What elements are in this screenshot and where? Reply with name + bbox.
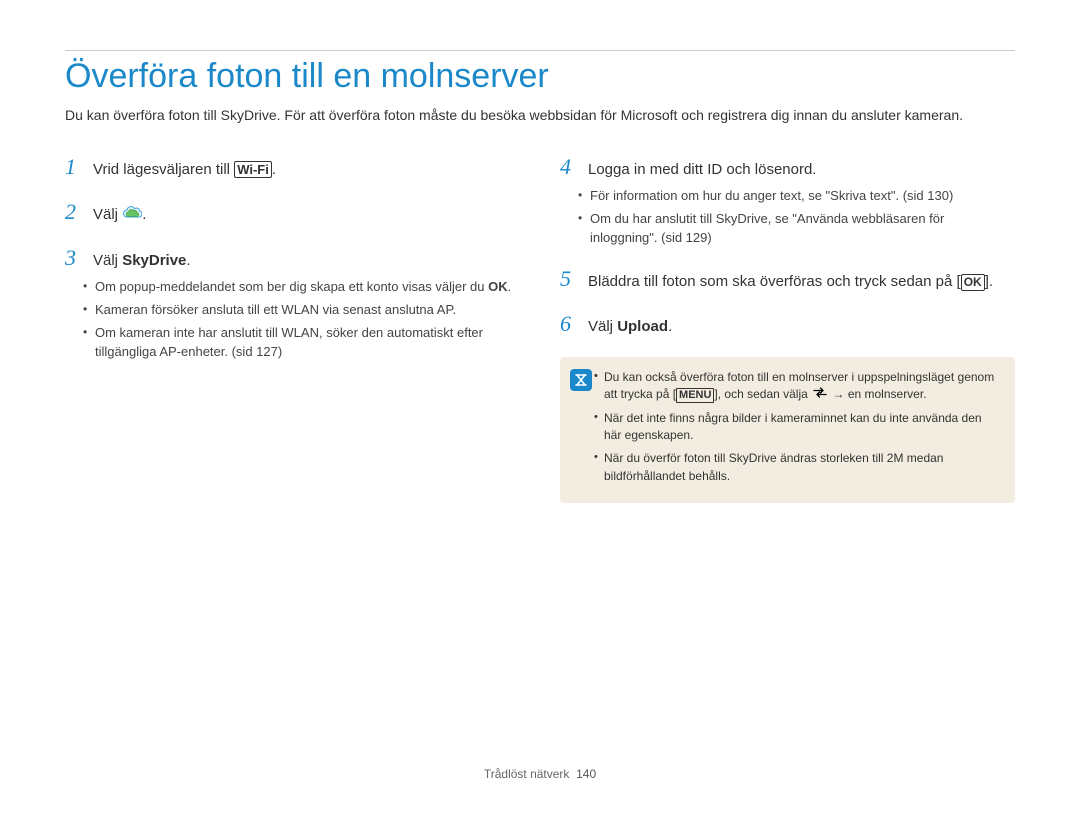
step-2-text: Välj . xyxy=(93,204,146,227)
step-number-6: 6 xyxy=(560,311,578,337)
ok-icon: OK xyxy=(961,274,985,291)
s3b1c: . xyxy=(508,279,512,294)
note-item-2: När det inte finns några bilder i kamera… xyxy=(604,410,1001,445)
cloud-icon xyxy=(122,204,142,227)
step-number-4: 4 xyxy=(560,154,578,180)
right-column: 4 Logga in med ditt ID och lösenord. För… xyxy=(560,154,1015,504)
footer-page: 140 xyxy=(576,767,596,781)
footer-section: Trådlöst nätverk xyxy=(484,767,570,781)
page-footer: Trådlöst nätverk 140 xyxy=(0,767,1080,781)
step-3-bullets: Om popup-meddelandet som ber dig skapa e… xyxy=(65,278,520,361)
step-4-bullets: För information om hur du anger text, se… xyxy=(560,187,1015,248)
n1c: → en molnserver. xyxy=(829,387,926,401)
step-1: 1 Vrid lägesväljaren till Wi-Fi. xyxy=(65,154,520,182)
note-list: Du kan också överföra foton till en moln… xyxy=(604,369,1001,485)
step-5-text: Bläddra till foton som ska överföras och… xyxy=(588,271,993,294)
n1b: ], och sedan välja xyxy=(714,387,811,401)
step-1-post: . xyxy=(272,161,276,178)
step-4: 4 Logga in med ditt ID och lösenord. För… xyxy=(560,154,1015,248)
step-4-bullet-2: Om du har anslutit till SkyDrive, se "An… xyxy=(590,210,1015,248)
step-6-post: . xyxy=(668,318,672,335)
s3b1b: OK xyxy=(488,279,508,294)
step-5-pre: Bläddra till foton som ska överföras och… xyxy=(588,273,961,290)
step-4-text: Logga in med ditt ID och lösenord. xyxy=(588,159,816,182)
step-6-text: Välj Upload. xyxy=(588,316,672,339)
s3b1a: Om popup-meddelandet som ber dig skapa e… xyxy=(95,279,488,294)
wifi-icon: Wi-Fi xyxy=(234,161,272,179)
intro-paragraph: Du kan överföra foton till SkyDrive. För… xyxy=(65,106,1015,126)
step-number-3: 3 xyxy=(65,245,83,271)
step-number-2: 2 xyxy=(65,199,83,225)
note-icon xyxy=(570,369,592,391)
transfer-icon xyxy=(813,386,827,403)
step-3-pre: Välj xyxy=(93,252,122,269)
step-1-pre: Vrid lägesväljaren till xyxy=(93,161,234,178)
step-6-pre: Välj xyxy=(588,318,617,335)
step-3-bullet-3: Om kameran inte har anslutit till WLAN, … xyxy=(95,324,520,362)
step-2: 2 Välj . xyxy=(65,199,520,227)
page-title: Överföra foton till en molnserver xyxy=(65,50,1015,96)
left-column: 1 Vrid lägesväljaren till Wi-Fi. 2 Välj xyxy=(65,154,520,504)
step-number-1: 1 xyxy=(65,154,83,180)
step-3-bold: SkyDrive xyxy=(122,252,186,269)
step-number-5: 5 xyxy=(560,266,578,292)
step-5: 5 Bläddra till foton som ska överföras o… xyxy=(560,266,1015,294)
step-3-bullet-1: Om popup-meddelandet som ber dig skapa e… xyxy=(95,278,520,297)
note-box: Du kan också överföra foton till en moln… xyxy=(560,357,1015,503)
step-5-post: ]. xyxy=(985,273,993,290)
note-item-3: När du överför foton till SkyDrive ändra… xyxy=(604,450,1001,485)
step-6: 6 Välj Upload. xyxy=(560,311,1015,339)
step-6-bold: Upload xyxy=(617,318,668,335)
step-3-text: Välj SkyDrive. xyxy=(93,250,191,273)
step-1-text: Vrid lägesväljaren till Wi-Fi. xyxy=(93,159,276,182)
note-item-1: Du kan också överföra foton till en moln… xyxy=(604,369,1001,404)
step-2-pre: Välj xyxy=(93,206,122,223)
step-3-bullet-2: Kameran försöker ansluta till ett WLAN v… xyxy=(95,301,520,320)
step-3: 3 Välj SkyDrive. Om popup-meddelandet so… xyxy=(65,245,520,362)
menu-icon: MENU xyxy=(676,388,714,403)
step-4-bullet-1: För information om hur du anger text, se… xyxy=(590,187,1015,206)
step-2-post: . xyxy=(142,206,146,223)
step-3-post: . xyxy=(186,252,190,269)
